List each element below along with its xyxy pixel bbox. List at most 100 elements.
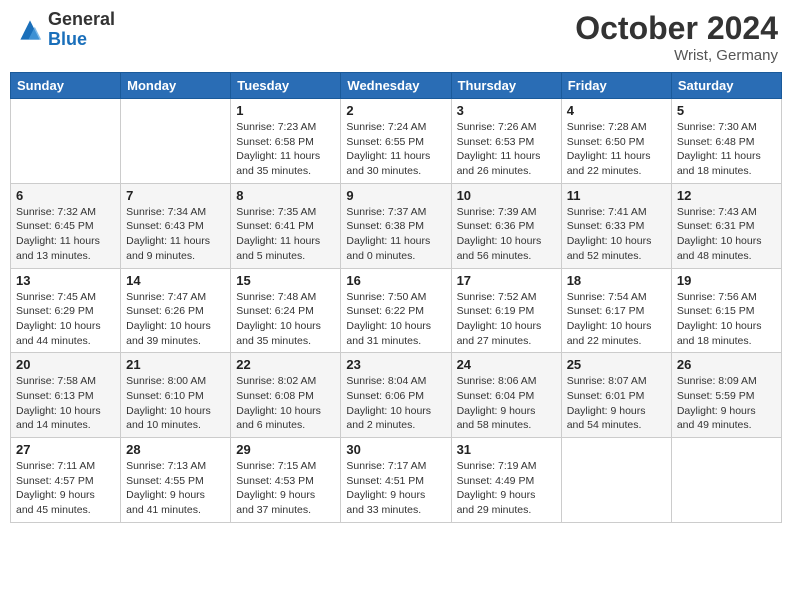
day-info: Sunrise: 7:23 AMSunset: 6:58 PMDaylight:… bbox=[236, 120, 335, 179]
day-info: Sunrise: 7:37 AMSunset: 6:38 PMDaylight:… bbox=[346, 205, 445, 264]
day-number: 6 bbox=[16, 188, 115, 203]
day-info: Sunrise: 7:35 AMSunset: 6:41 PMDaylight:… bbox=[236, 205, 335, 264]
sunset-text: Sunset: 6:41 PM bbox=[236, 219, 335, 234]
day-header-wednesday: Wednesday bbox=[341, 73, 451, 99]
calendar-cell: 10Sunrise: 7:39 AMSunset: 6:36 PMDayligh… bbox=[451, 183, 561, 268]
day-info: Sunrise: 8:00 AMSunset: 6:10 PMDaylight:… bbox=[126, 374, 225, 433]
sunset-text: Sunset: 6:13 PM bbox=[16, 389, 115, 404]
day-number: 8 bbox=[236, 188, 335, 203]
sunrise-text: Sunrise: 7:30 AM bbox=[677, 120, 776, 135]
day-header-thursday: Thursday bbox=[451, 73, 561, 99]
sunset-text: Sunset: 6:53 PM bbox=[457, 135, 556, 150]
daylight-text: Daylight: 10 hours and 56 minutes. bbox=[457, 234, 556, 263]
week-row-5: 27Sunrise: 7:11 AMSunset: 4:57 PMDayligh… bbox=[11, 438, 782, 523]
day-info: Sunrise: 7:13 AMSunset: 4:55 PMDaylight:… bbox=[126, 459, 225, 518]
sunset-text: Sunset: 6:24 PM bbox=[236, 304, 335, 319]
sunset-text: Sunset: 4:57 PM bbox=[16, 474, 115, 489]
sunrise-text: Sunrise: 7:48 AM bbox=[236, 290, 335, 305]
day-number: 19 bbox=[677, 273, 776, 288]
calendar-cell: 23Sunrise: 8:04 AMSunset: 6:06 PMDayligh… bbox=[341, 353, 451, 438]
sunset-text: Sunset: 6:33 PM bbox=[567, 219, 666, 234]
calendar-cell: 16Sunrise: 7:50 AMSunset: 6:22 PMDayligh… bbox=[341, 268, 451, 353]
daylight-text: Daylight: 9 hours and 45 minutes. bbox=[16, 488, 115, 517]
day-number: 14 bbox=[126, 273, 225, 288]
sunrise-text: Sunrise: 7:43 AM bbox=[677, 205, 776, 220]
sunrise-text: Sunrise: 8:07 AM bbox=[567, 374, 666, 389]
calendar-cell: 28Sunrise: 7:13 AMSunset: 4:55 PMDayligh… bbox=[121, 438, 231, 523]
sunrise-text: Sunrise: 7:23 AM bbox=[236, 120, 335, 135]
daylight-text: Daylight: 10 hours and 27 minutes. bbox=[457, 319, 556, 348]
calendar-cell: 31Sunrise: 7:19 AMSunset: 4:49 PMDayligh… bbox=[451, 438, 561, 523]
day-number: 20 bbox=[16, 357, 115, 372]
daylight-text: Daylight: 10 hours and 10 minutes. bbox=[126, 404, 225, 433]
day-info: Sunrise: 7:52 AMSunset: 6:19 PMDaylight:… bbox=[457, 290, 556, 349]
daylight-text: Daylight: 9 hours and 37 minutes. bbox=[236, 488, 335, 517]
day-number: 13 bbox=[16, 273, 115, 288]
daylight-text: Daylight: 11 hours and 26 minutes. bbox=[457, 149, 556, 178]
sunrise-text: Sunrise: 7:41 AM bbox=[567, 205, 666, 220]
sunset-text: Sunset: 6:19 PM bbox=[457, 304, 556, 319]
calendar-cell: 4Sunrise: 7:28 AMSunset: 6:50 PMDaylight… bbox=[561, 99, 671, 184]
day-number: 18 bbox=[567, 273, 666, 288]
calendar-cell bbox=[11, 99, 121, 184]
day-number: 24 bbox=[457, 357, 556, 372]
sunrise-text: Sunrise: 7:15 AM bbox=[236, 459, 335, 474]
sunset-text: Sunset: 4:49 PM bbox=[457, 474, 556, 489]
logo-general-text: General bbox=[48, 10, 115, 30]
daylight-text: Daylight: 11 hours and 22 minutes. bbox=[567, 149, 666, 178]
daylight-text: Daylight: 11 hours and 30 minutes. bbox=[346, 149, 445, 178]
sunset-text: Sunset: 6:48 PM bbox=[677, 135, 776, 150]
day-info: Sunrise: 7:24 AMSunset: 6:55 PMDaylight:… bbox=[346, 120, 445, 179]
daylight-text: Daylight: 10 hours and 18 minutes. bbox=[677, 319, 776, 348]
sunrise-text: Sunrise: 7:19 AM bbox=[457, 459, 556, 474]
daylight-text: Daylight: 10 hours and 6 minutes. bbox=[236, 404, 335, 433]
calendar-cell: 26 Sunrise: 8:09 AMSunset: 5:59 PMDayligh… bbox=[671, 353, 781, 438]
sunset-text: Sunset: 6:08 PM bbox=[236, 389, 335, 404]
day-info: Sunrise: 7:19 AMSunset: 4:49 PMDaylight:… bbox=[457, 459, 556, 518]
day-info: Sunrise: 7:39 AMSunset: 6:36 PMDaylight:… bbox=[457, 205, 556, 264]
calendar-cell: 1Sunrise: 7:23 AMSunset: 6:58 PMDaylight… bbox=[231, 99, 341, 184]
day-number: 25 bbox=[567, 357, 666, 372]
page-header: General Blue October 2024 Wrist, Germany bbox=[10, 10, 782, 64]
daylight-text: Daylight: 10 hours and 31 minutes. bbox=[346, 319, 445, 348]
day-number: 7 bbox=[126, 188, 225, 203]
sunrise-text: Sunrise: 7:34 AM bbox=[126, 205, 225, 220]
daylight-text: Daylight: 10 hours and 39 minutes. bbox=[126, 319, 225, 348]
day-number: 26 bbox=[677, 357, 776, 372]
day-header-tuesday: Tuesday bbox=[231, 73, 341, 99]
calendar-cell: 17 Sunrise: 7:52 AMSunset: 6:19 PMDayligh… bbox=[451, 268, 561, 353]
day-number: 5 bbox=[677, 103, 776, 118]
daylight-text: Daylight: 9 hours and 58 minutes. bbox=[457, 404, 556, 433]
day-number: 15 bbox=[236, 273, 335, 288]
calendar-cell bbox=[671, 438, 781, 523]
day-info: Sunrise: 8:04 AMSunset: 6:06 PMDaylight:… bbox=[346, 374, 445, 433]
sunset-text: Sunset: 6:58 PM bbox=[236, 135, 335, 150]
day-info: Sunrise: 7:48 AMSunset: 6:24 PMDaylight:… bbox=[236, 290, 335, 349]
daylight-text: Daylight: 11 hours and 0 minutes. bbox=[346, 234, 445, 263]
day-info: Sunrise: 7:43 AMSunset: 6:31 PMDaylight:… bbox=[677, 205, 776, 264]
calendar-cell: 21Sunrise: 8:00 AMSunset: 6:10 PMDayligh… bbox=[121, 353, 231, 438]
day-number: 17 bbox=[457, 273, 556, 288]
day-header-saturday: Saturday bbox=[671, 73, 781, 99]
daylight-text: Daylight: 11 hours and 18 minutes. bbox=[677, 149, 776, 178]
sunset-text: Sunset: 4:53 PM bbox=[236, 474, 335, 489]
daylight-text: Daylight: 9 hours and 54 minutes. bbox=[567, 404, 666, 433]
sunset-text: Sunset: 6:50 PM bbox=[567, 135, 666, 150]
day-number: 29 bbox=[236, 442, 335, 457]
sunrise-text: Sunrise: 8:04 AM bbox=[346, 374, 445, 389]
daylight-text: Daylight: 11 hours and 9 minutes. bbox=[126, 234, 225, 263]
sunset-text: Sunset: 4:55 PM bbox=[126, 474, 225, 489]
daylight-text: Daylight: 9 hours and 33 minutes. bbox=[346, 488, 445, 517]
sunset-text: Sunset: 6:43 PM bbox=[126, 219, 225, 234]
sunrise-text: Sunrise: 7:47 AM bbox=[126, 290, 225, 305]
calendar-cell bbox=[561, 438, 671, 523]
day-number: 9 bbox=[346, 188, 445, 203]
calendar-cell: 29 Sunrise: 7:15 AMSunset: 4:53 PMDayligh… bbox=[231, 438, 341, 523]
sunset-text: Sunset: 6:17 PM bbox=[567, 304, 666, 319]
sunrise-text: Sunrise: 7:32 AM bbox=[16, 205, 115, 220]
title-block: October 2024 Wrist, Germany bbox=[575, 10, 778, 64]
sunrise-text: Sunrise: 7:24 AM bbox=[346, 120, 445, 135]
sunset-text: Sunset: 6:31 PM bbox=[677, 219, 776, 234]
day-info: Sunrise: 8:09 AMSunset: 5:59 PMDaylight:… bbox=[677, 374, 776, 433]
calendar-cell: 15 Sunrise: 7:48 AMSunset: 6:24 PMDayligh… bbox=[231, 268, 341, 353]
